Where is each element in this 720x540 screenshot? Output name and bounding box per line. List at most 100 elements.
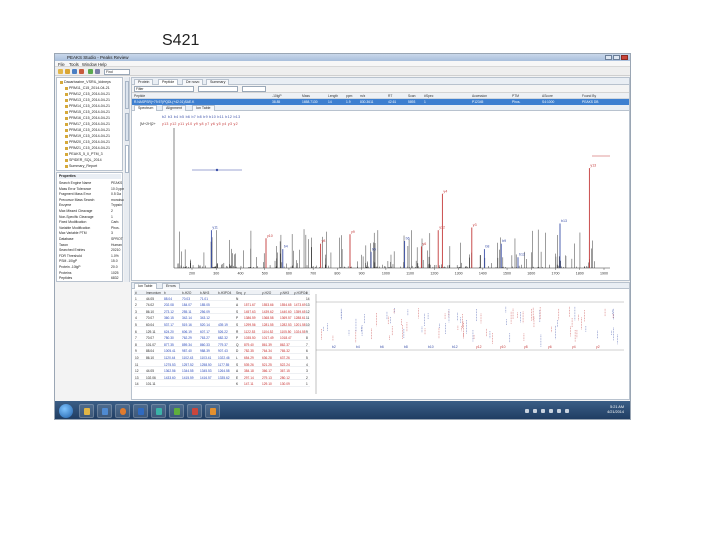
fragment-column-header[interactable]: b-H3PO4 xyxy=(218,291,231,295)
taskbar-app-green[interactable] xyxy=(169,404,184,418)
precursor-marker xyxy=(215,168,219,172)
tree-item[interactable]: Summary_Report xyxy=(65,164,97,169)
fragment-cell: 637.26 xyxy=(280,355,290,360)
fragment-column-header[interactable]: Immonium xyxy=(146,291,161,295)
fragment-column-header[interactable]: Seq xyxy=(236,291,242,295)
delete-icon[interactable] xyxy=(79,69,84,74)
open-folder-icon[interactable] xyxy=(65,69,70,74)
tree-item[interactable]: Dacarbazine_VSRIL_kidneys xyxy=(60,80,111,85)
taskbar-clock[interactable]: 5:21 AM 4/21/2014 xyxy=(607,405,624,415)
table-row[interactable]: 7 70.07 780.30 762.29 763.27 682.32 P 1035.50 10… xyxy=(134,336,310,341)
tree-item[interactable]: PEAKS_5_0_PTM_3 xyxy=(65,152,103,157)
x-tick-label: 200 xyxy=(189,272,195,276)
taskbar-app-blue[interactable] xyxy=(133,404,148,418)
fragment-column-header[interactable]: b-NH3 xyxy=(200,291,209,295)
folder-icon xyxy=(65,164,68,168)
tree-item-label: PRM20_C15_2014-04-21 xyxy=(69,140,110,144)
peak-label: y9 xyxy=(351,230,355,234)
fragment-cell: 780.30 xyxy=(164,336,174,341)
tree-item[interactable]: PRM12_C15_2014-04-21 xyxy=(65,92,110,97)
fragment-cell: 280.12 xyxy=(280,375,290,380)
fragment-cell: 879.40 xyxy=(244,342,254,347)
fragment-column-header[interactable]: b xyxy=(164,291,166,295)
peak-label: y11 xyxy=(212,226,218,230)
fragment-column-header[interactable]: y-H2O xyxy=(262,291,271,295)
table-row[interactable]: 2 74.02 202.08 184.07 185.05 A 1571.67 1553.66 1… xyxy=(134,303,310,308)
table-row[interactable]: 8 101.07 877.35 859.34 860.33 779.37 Q 879.40 86… xyxy=(134,342,310,348)
tree-item[interactable]: PRM21_C15_2014-04-21 xyxy=(65,146,110,151)
tray-icon-flag[interactable] xyxy=(541,409,545,413)
fragment-cell: 1415.59 xyxy=(182,375,194,380)
table-row[interactable]: 1 44.05 88.04 70.03 71.01 N 14 xyxy=(134,296,310,301)
table-row[interactable]: 10 86.10 1120.44 1102.43 1103.41 1022.46 L 654.… xyxy=(134,355,310,361)
fragment-column-header[interactable]: y xyxy=(244,291,246,295)
table-row[interactable]: 3 86.10 273.12 255.11 256.09 S 1457.63 1439.62 1… xyxy=(134,309,310,315)
taskbar-app-red[interactable] xyxy=(187,404,202,418)
taskbar-browser[interactable] xyxy=(115,404,130,418)
minimize-button[interactable] xyxy=(605,55,612,60)
tray-icon-volume[interactable] xyxy=(533,409,537,413)
vtab-protein[interactable] xyxy=(125,81,129,109)
taskbar-explorer[interactable] xyxy=(79,404,94,418)
new-project-icon[interactable] xyxy=(58,69,63,74)
tab-errors[interactable]: Errors xyxy=(162,283,180,289)
fragment-cell: 3 xyxy=(135,309,137,314)
close-button[interactable] xyxy=(621,55,628,60)
table-row[interactable]: 14 101.11 K 147.11 129.10 130.09 1 xyxy=(134,382,310,387)
tree-item[interactable]: PRM18_C15_2014-04-21 xyxy=(65,128,110,133)
tray-icon-security[interactable] xyxy=(565,409,569,413)
maximize-button[interactable] xyxy=(613,55,620,60)
fragment-cell: 764.34 xyxy=(262,349,272,354)
tree-item-label: PEAKS_5_0_PTM_3 xyxy=(69,152,103,156)
property-row: Mass Error Tolerance 10.0 ppm xyxy=(59,187,125,192)
folder-icon xyxy=(65,104,68,108)
table-row[interactable]: 9 88.04 1005.41 987.40 988.39 907.43 D 782.35 76… xyxy=(134,349,310,354)
run-icon[interactable] xyxy=(88,69,93,74)
alignment-label: y10 xyxy=(500,345,506,349)
fragment-column-header[interactable]: # xyxy=(135,291,137,295)
tree-item[interactable]: PRM15_C15_2014-04-21 xyxy=(65,110,110,115)
fragment-cell: 101.07 xyxy=(146,342,156,347)
fragment-column-header[interactable]: # xyxy=(306,291,308,295)
tray-icon-network[interactable] xyxy=(525,409,529,413)
tree-item[interactable]: PRM16_C15_2014-04-21 xyxy=(65,116,110,121)
tree-item[interactable]: PRM11_C15_2014-04-21 xyxy=(65,86,110,91)
table-row[interactable]: 5 60.04 537.17 519.16 520.14 439.19 S 1299.56 12… xyxy=(134,322,310,328)
vtab-peptide[interactable] xyxy=(125,113,129,141)
ms2-spectrum-plot[interactable]: 200 300 400 500 600 700 800 900 1000 1100 1200 1300… xyxy=(132,78,631,282)
tree-item[interactable]: PRM20_C15_2014-04-21 xyxy=(65,140,110,145)
vtab-spectrum[interactable] xyxy=(125,145,129,173)
folder-icon xyxy=(65,140,68,144)
start-button[interactable] xyxy=(59,404,73,418)
tree-item-label: PRM11_C15_2014-04-21 xyxy=(69,86,110,90)
tray-icon-update[interactable] xyxy=(557,409,561,413)
table-row[interactable]: 4 70.07 360.15 342.14 343.12 P 1386.59 1368.58 1… xyxy=(134,316,310,321)
toolbar-search-input[interactable]: Find xyxy=(104,68,130,75)
peak-label: b6 xyxy=(406,237,410,241)
fragment-panel: Ion Table Errors # Immonium b b-H2O b-NH3 b-H… xyxy=(131,282,630,400)
tray-icon-power[interactable] xyxy=(549,409,553,413)
fragment-cell: 1105.50 xyxy=(280,329,292,334)
taskbar-app-teal[interactable] xyxy=(151,404,166,418)
settings-icon[interactable] xyxy=(95,69,100,74)
taskbar-media[interactable] xyxy=(97,404,112,418)
tree-item[interactable]: PRM17_C15_2014-04-21 xyxy=(65,122,110,127)
fragment-column-header[interactable]: y-NH3 xyxy=(280,291,289,295)
save-icon[interactable] xyxy=(72,69,77,74)
fragment-cell: 779.37 xyxy=(218,342,228,347)
fragment-cell: 1457.63 xyxy=(244,309,256,314)
fragment-column-header[interactable]: b-H2O xyxy=(182,291,191,295)
tree-item[interactable]: PRM13_C15_2014-04-21 xyxy=(65,98,110,103)
tree-item[interactable]: PRM19_C15_2014-04-21 xyxy=(65,134,110,139)
table-row[interactable]: 6 129.11 624.20 606.19 607.17 526.22 R 1122.53 1… xyxy=(134,329,310,334)
table-row[interactable]: 11 1275.53 1257.52 1258.50 1177.55 S 539.26 521… xyxy=(134,362,310,367)
fragment-cell: 9 xyxy=(135,349,137,354)
tab-ion-table-bottom[interactable]: Ion Table xyxy=(134,283,157,289)
tree-item[interactable]: SPIDER_SQL_2014 xyxy=(65,158,102,163)
x-tick-label: 400 xyxy=(237,272,243,276)
taskbar-app-orange[interactable] xyxy=(205,404,220,418)
tree-item[interactable]: PRM14_C15_2014-04-21 xyxy=(65,104,110,109)
fragment-cell: 9 xyxy=(306,329,308,334)
table-row[interactable]: 13 102.06 1433.60 1415.59 1416.57 1335.62 E 297… xyxy=(134,375,310,381)
table-row[interactable]: 12 44.05 1362.56 1344.55 1345.53 1264.58 A 384.… xyxy=(134,369,310,374)
